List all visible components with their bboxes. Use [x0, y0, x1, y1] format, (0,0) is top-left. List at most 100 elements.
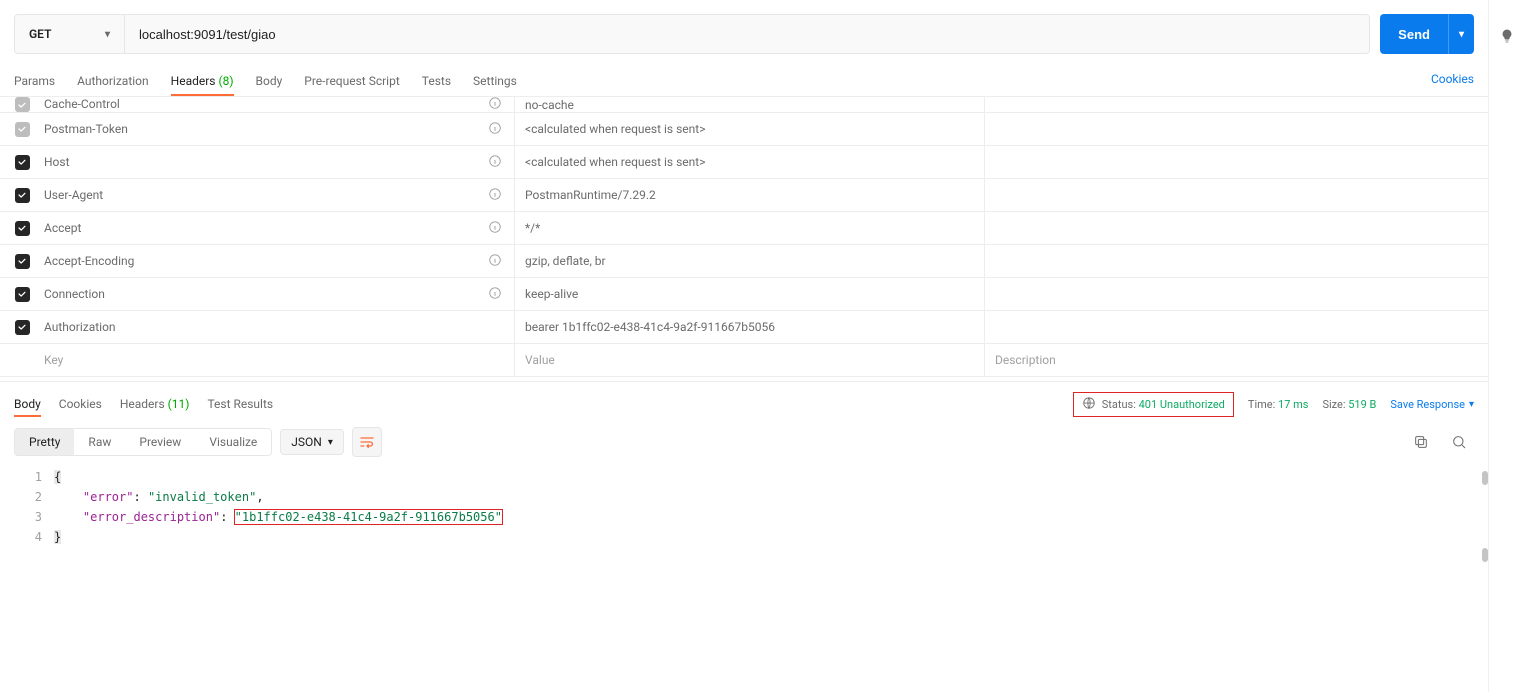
header-description[interactable] [984, 311, 1488, 343]
line-gutter: 1 2 3 4 [14, 467, 54, 692]
save-response-label: Save Response [1390, 398, 1465, 411]
info-icon[interactable] [488, 286, 504, 302]
globe-icon [1082, 396, 1096, 413]
info-icon[interactable] [488, 253, 504, 269]
header-key[interactable]: User-Agent [44, 188, 482, 202]
send-button[interactable]: Send ▾ [1380, 14, 1474, 54]
status-label: Status: [1102, 398, 1136, 411]
header-checkbox[interactable] [15, 221, 30, 236]
resp-tab-body[interactable]: Body [14, 393, 41, 417]
description-placeholder[interactable]: Description [984, 344, 1488, 376]
header-key[interactable]: Postman-Token [44, 122, 482, 136]
header-description[interactable] [984, 146, 1488, 178]
view-pretty[interactable]: Pretty [15, 429, 74, 455]
error-description-highlight: "1b1ffc02-e438-41c4-9a2f-911667b5056" [235, 510, 502, 524]
editor-scroll-thumb-top[interactable] [1482, 471, 1488, 485]
header-checkbox[interactable] [15, 122, 30, 137]
http-method-select[interactable]: GET ▾ [15, 15, 125, 53]
tab-body[interactable]: Body [256, 68, 283, 96]
header-description[interactable] [984, 278, 1488, 310]
header-checkbox[interactable] [15, 155, 30, 170]
tab-params[interactable]: Params [14, 68, 55, 96]
header-value[interactable]: keep-alive [514, 278, 984, 310]
request-url-input[interactable] [125, 27, 1369, 42]
resp-tab-testresults[interactable]: Test Results [207, 393, 273, 417]
value-placeholder[interactable]: Value [514, 344, 984, 376]
header-row[interactable]: Postman-Token <calculated when request is… [0, 113, 1488, 146]
header-row[interactable]: Cache-Control no-cache [0, 97, 1488, 113]
tab-prerequest[interactable]: Pre-request Script [304, 68, 399, 96]
response-body-editor[interactable]: 1 2 3 4 { "error": "invalid_token", "err… [0, 467, 1488, 692]
resp-tab-cookies[interactable]: Cookies [59, 393, 102, 417]
editor-scroll-thumb-bot[interactable] [1482, 548, 1488, 562]
header-key[interactable]: Cache-Control [44, 97, 482, 111]
view-preview[interactable]: Preview [125, 429, 195, 455]
header-key[interactable]: Accept-Encoding [44, 254, 482, 268]
wrap-toggle[interactable] [352, 427, 382, 457]
header-key[interactable]: Host [44, 155, 482, 169]
header-checkbox[interactable] [15, 254, 30, 269]
chevron-down-icon: ▾ [1459, 29, 1464, 40]
header-value[interactable]: PostmanRuntime/7.29.2 [514, 179, 984, 211]
resp-tab-headers[interactable]: Headers (11) [120, 393, 190, 417]
right-rail [1488, 0, 1524, 692]
header-checkbox[interactable] [15, 320, 30, 335]
send-button-dropdown[interactable]: ▾ [1448, 14, 1474, 54]
size-value: 519 B [1348, 398, 1376, 411]
header-checkbox[interactable] [15, 97, 30, 112]
header-description[interactable] [984, 179, 1488, 211]
format-select[interactable]: JSON ▾ [280, 429, 344, 455]
search-icon[interactable] [1444, 427, 1474, 457]
tab-headers-label: Headers [171, 74, 216, 88]
view-raw[interactable]: Raw [74, 429, 125, 455]
view-visualize[interactable]: Visualize [195, 429, 271, 455]
status-value: 401 Unauthorized [1139, 398, 1225, 411]
header-row[interactable]: Accept */* [0, 212, 1488, 245]
info-icon[interactable] [488, 121, 504, 137]
size-label: Size: [1322, 398, 1345, 411]
copy-icon[interactable] [1406, 427, 1436, 457]
request-tabs: Params Authorization Headers (8) Body Pr… [0, 54, 1488, 97]
status-highlight-box: Status: 401 Unauthorized [1073, 392, 1234, 417]
response-tabs: Body Cookies Headers (11) Test Results S… [0, 382, 1488, 417]
header-value[interactable]: no-cache [514, 97, 984, 112]
info-icon[interactable] [488, 97, 504, 112]
header-description[interactable] [984, 97, 1488, 112]
header-value[interactable]: */* [514, 212, 984, 244]
info-icon[interactable] [488, 220, 504, 236]
header-row[interactable]: Host <calculated when request is sent> [0, 146, 1488, 179]
info-icon[interactable] [488, 154, 504, 170]
header-row[interactable]: User-Agent PostmanRuntime/7.29.2 [0, 179, 1488, 212]
tab-tests[interactable]: Tests [422, 68, 451, 96]
header-value[interactable]: <calculated when request is sent> [514, 113, 984, 145]
headers-table: Cache-Control no-cache Postman-Token <calcu… [0, 97, 1488, 377]
header-checkbox[interactable] [15, 287, 30, 302]
format-select-label: JSON [291, 435, 322, 449]
header-row[interactable]: Connection keep-alive [0, 278, 1488, 311]
key-placeholder[interactable]: Key [44, 353, 504, 367]
header-description[interactable] [984, 245, 1488, 277]
header-key[interactable]: Accept [44, 221, 482, 235]
save-response-button[interactable]: Save Response ▾ [1390, 398, 1474, 411]
lightbulb-icon[interactable] [1499, 28, 1515, 692]
header-row[interactable]: Accept-Encoding gzip, deflate, br [0, 245, 1488, 278]
tab-headers-count: (8) [218, 74, 233, 88]
cookies-link[interactable]: Cookies [1431, 72, 1474, 92]
header-checkbox[interactable] [15, 188, 30, 203]
resp-tab-headers-label: Headers [120, 397, 165, 411]
send-button-label: Send [1380, 27, 1448, 42]
header-description[interactable] [984, 212, 1488, 244]
header-value[interactable]: <calculated when request is sent> [514, 146, 984, 178]
header-description[interactable] [984, 113, 1488, 145]
tab-headers[interactable]: Headers (8) [171, 68, 234, 96]
header-value[interactable]: bearer 1b1ffc02-e438-41c4-9a2f-911667b50… [514, 311, 984, 343]
code-content: { "error": "invalid_token", "error_descr… [54, 467, 1474, 692]
headers-new-row[interactable]: Key Value Description [0, 344, 1488, 377]
header-key[interactable]: Connection [44, 287, 482, 301]
header-row[interactable]: Authorization bearer 1b1ffc02-e438-41c4-9… [0, 311, 1488, 344]
header-key[interactable]: Authorization [44, 320, 504, 334]
tab-settings[interactable]: Settings [473, 68, 517, 96]
info-icon[interactable] [488, 187, 504, 203]
tab-authorization[interactable]: Authorization [77, 68, 149, 96]
header-value[interactable]: gzip, deflate, br [514, 245, 984, 277]
